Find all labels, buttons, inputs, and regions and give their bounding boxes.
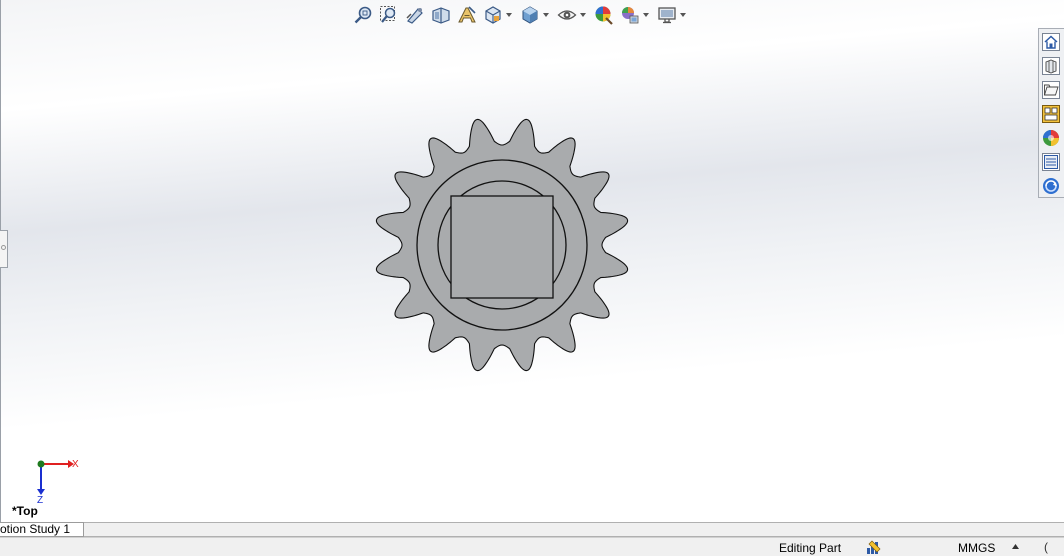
view-settings-dropdown[interactable] xyxy=(679,4,687,26)
reference-triad: X Z xyxy=(37,459,79,506)
rebuild-status-icon[interactable] xyxy=(866,539,884,555)
triad-x-label: X xyxy=(72,459,79,470)
previous-view-icon[interactable] xyxy=(404,4,426,26)
zoom-to-area-icon[interactable] xyxy=(378,4,400,26)
view-palette-icon[interactable] xyxy=(1039,103,1063,125)
heads-up-view-toolbar xyxy=(352,4,693,26)
custom-properties-icon[interactable] xyxy=(1039,151,1063,173)
feature-manager-collapse-handle[interactable] xyxy=(0,230,8,268)
view-settings-icon[interactable] xyxy=(656,4,678,26)
triad-z-label: Z xyxy=(37,495,43,506)
display-style-dropdown[interactable] xyxy=(542,4,550,26)
section-view-icon[interactable] xyxy=(430,4,452,26)
view-orientation-label: *Top xyxy=(12,504,38,518)
tab-motion-study[interactable]: Motion Study 1 xyxy=(0,522,84,537)
view-orientation-icon[interactable] xyxy=(482,4,504,26)
gear-square-bore xyxy=(450,195,554,299)
file-explorer-icon[interactable] xyxy=(1039,79,1063,101)
appearances-icon[interactable] xyxy=(1039,127,1063,149)
view-orientation-dropdown[interactable] xyxy=(505,4,513,26)
zoom-to-fit-icon[interactable] xyxy=(352,4,374,26)
solidworks-forum-icon[interactable] xyxy=(1039,175,1063,197)
display-style-icon[interactable] xyxy=(519,4,541,26)
motion-study-tab-bar: Motion Study 1 xyxy=(0,522,1064,537)
task-pane-tabs xyxy=(1038,28,1064,198)
status-overflow-indicator: ( xyxy=(1044,540,1048,554)
hide-show-items-icon[interactable] xyxy=(556,4,578,26)
home-icon[interactable] xyxy=(1039,31,1063,53)
edit-appearance-icon[interactable] xyxy=(593,4,615,26)
dynamic-annotation-views-icon[interactable] xyxy=(456,4,478,26)
status-editing-mode: Editing Part xyxy=(779,541,842,555)
apply-scene-icon[interactable] xyxy=(619,4,641,26)
status-bar: Editing Part MMGS ( xyxy=(0,537,1064,556)
units-dropdown-arrow-icon[interactable] xyxy=(1012,544,1019,549)
design-library-icon[interactable] xyxy=(1039,55,1063,77)
gear-model[interactable] xyxy=(370,115,634,379)
status-units[interactable]: MMGS xyxy=(958,541,995,555)
graphics-area[interactable]: X Z *Top xyxy=(0,0,1064,522)
hide-show-items-dropdown[interactable] xyxy=(579,4,587,26)
apply-scene-dropdown[interactable] xyxy=(642,4,650,26)
